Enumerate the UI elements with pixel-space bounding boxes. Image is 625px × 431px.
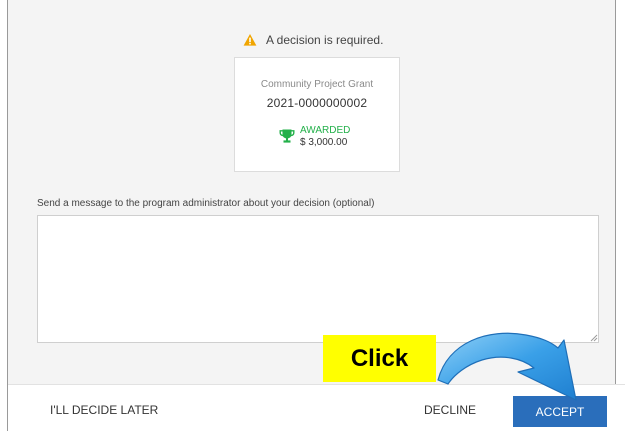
award-status-row: AWARDED $ 3,000.00: [279, 125, 350, 149]
decision-warning: A decision is required.: [243, 31, 383, 49]
award-status: AWARDED: [300, 125, 351, 136]
warning-triangle-icon: [243, 34, 257, 46]
decision-dialog: A decision is required. Community Projec…: [0, 0, 625, 431]
grant-name: Community Project Grant: [260, 79, 374, 90]
curved-arrow-icon: [437, 332, 577, 401]
grant-card: Community Project Grant 2021-0000000002 …: [234, 57, 400, 172]
decide-later-button[interactable]: I'LL DECIDE LATER: [50, 403, 158, 417]
award-text: AWARDED $ 3,000.00: [300, 125, 350, 149]
click-callout: Click: [323, 335, 436, 382]
message-label: Send a message to the program administra…: [37, 198, 375, 209]
warning-text: A decision is required.: [266, 33, 384, 47]
award-amount: $ 3,000.00: [300, 137, 348, 148]
trophy-icon: [279, 129, 295, 143]
grant-number: 2021-0000000002: [266, 96, 368, 110]
